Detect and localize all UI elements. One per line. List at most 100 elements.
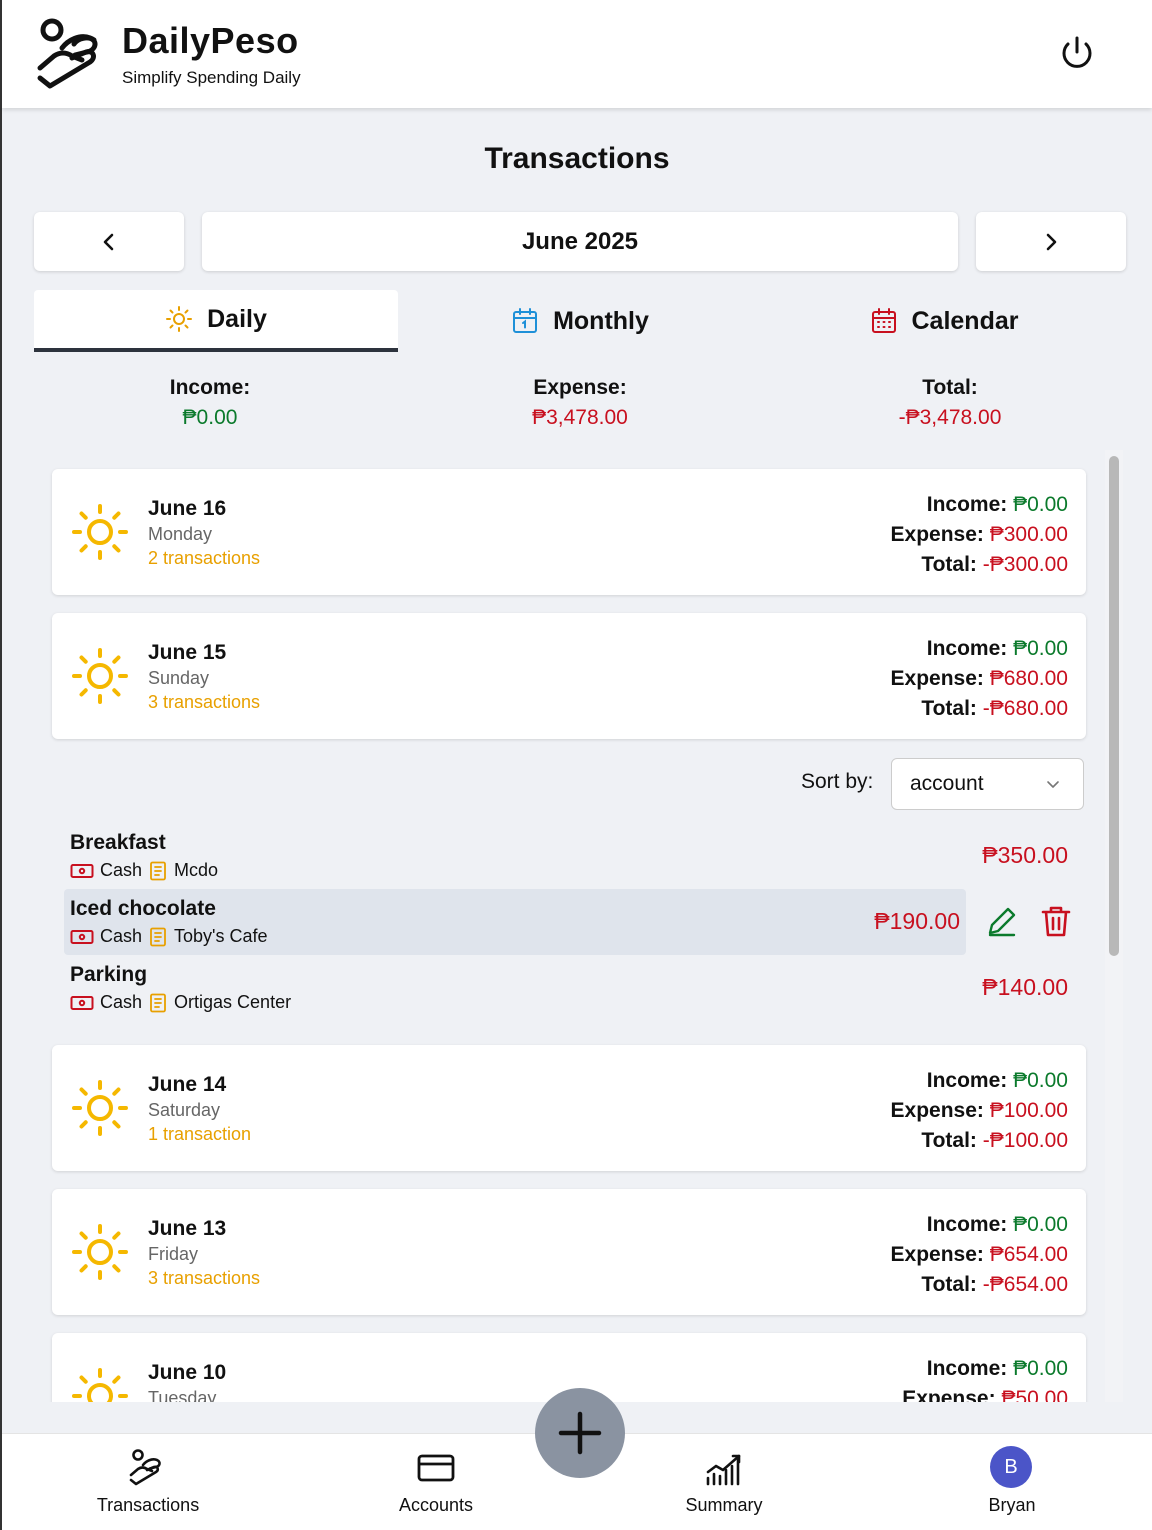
add-transaction-button[interactable]: [535, 1388, 625, 1478]
day-weekday: Sunday: [148, 668, 210, 688]
logo-icon: [37, 18, 98, 89]
nav-accounts[interactable]: Accounts: [336, 1434, 536, 1530]
transaction-name: Breakfast: [70, 831, 166, 854]
app-header: DailyPeso Simplify Spending Daily: [2, 0, 1152, 108]
receipt-icon: [150, 927, 166, 946]
day-total: -₱680.00: [982, 697, 1068, 720]
day-stats: Income: ₱0.00 Expense: ₱300.00 Total: -₱…: [891, 490, 1068, 580]
day-transaction-count: 3 transactions: [148, 1268, 261, 1288]
day-total-label: Total:: [921, 1129, 977, 1152]
card-icon: [417, 1454, 455, 1482]
day-expense: ₱300.00: [989, 523, 1068, 546]
previous-month-button[interactable]: [34, 212, 184, 271]
nav-profile-label: Bryan: [988, 1495, 1036, 1515]
day-income-label: Income:: [926, 1069, 1008, 1092]
day-total-label: Total:: [921, 697, 977, 720]
tab-calendar[interactable]: Calendar: [762, 290, 1126, 352]
nav-summary-label: Summary: [685, 1495, 763, 1515]
transaction-row[interactable]: Breakfast Cash Mcdo ₱350.00: [64, 823, 1068, 889]
tab-monthly[interactable]: Monthly: [398, 290, 762, 352]
chevron-left-icon: [103, 233, 114, 250]
nav-profile[interactable]: B Bryan: [912, 1434, 1112, 1530]
day-total-label: Total:: [921, 1273, 977, 1296]
cash-icon: [70, 929, 94, 944]
day-stats: Income: ₱0.00 Expense: ₱654.00 Total: -₱…: [891, 1210, 1068, 1300]
day-income-label: Income:: [926, 493, 1008, 516]
transaction-merchant: Toby's Cafe: [174, 926, 268, 946]
brand-name: DailyPeso: [122, 20, 299, 61]
day-transaction-count: 1 transaction: [148, 1124, 252, 1144]
sun-icon: [72, 504, 128, 560]
tab-monthly-label: Monthly: [553, 306, 649, 335]
day-stats: Income: ₱0.00 Expense: ₱100.00 Total: -₱…: [891, 1066, 1068, 1156]
day-card[interactable]: June 15 Sunday 3 transactions Income: ₱0…: [52, 613, 1086, 739]
cash-icon: [70, 863, 94, 878]
transaction-amount: ₱350.00: [982, 842, 1068, 868]
transaction-amount: ₱140.00: [982, 974, 1068, 1000]
day-list[interactable]: June 16 Monday 2 transactions Income: ₱0…: [36, 450, 1126, 1402]
day-total: -₱654.00: [982, 1273, 1068, 1296]
day-total: -₱300.00: [982, 553, 1068, 576]
plus-icon: [558, 1411, 602, 1455]
cash-icon: [70, 995, 94, 1010]
transaction-account: Cash: [100, 926, 143, 946]
summary-income-label: Income:: [169, 376, 251, 399]
day-income: ₱0.00: [1013, 1069, 1068, 1092]
receipt-icon: [150, 993, 166, 1012]
summary-total: Total: -₱3,478.00: [800, 376, 1100, 430]
day-weekday: Saturday: [148, 1100, 221, 1120]
transaction-name: Iced chocolate: [70, 897, 216, 920]
day-expense: ₱680.00: [989, 667, 1068, 690]
day-expense-label: Expense:: [890, 1099, 984, 1122]
day-date: June 10: [148, 1361, 227, 1384]
day-date: June 15: [148, 641, 227, 664]
day-card[interactable]: June 14 Saturday 1 transaction Income: ₱…: [52, 1045, 1086, 1171]
day-total: -₱100.00: [982, 1129, 1068, 1152]
hand-coins-icon: [129, 1449, 161, 1486]
transaction-merchant: Mcdo: [174, 860, 219, 880]
scrollbar-thumb[interactable]: [1109, 456, 1119, 956]
sort-select[interactable]: account: [891, 758, 1084, 810]
day-expense: ₱654.00: [989, 1243, 1068, 1266]
day-expense: ₱50.00: [1001, 1387, 1068, 1402]
day-expense: ₱100.00: [989, 1099, 1068, 1122]
day-income: ₱0.00: [1013, 1357, 1068, 1380]
transaction-row[interactable]: Parking Cash Ortigas Center ₱140.00: [64, 955, 1068, 1021]
delete-icon[interactable]: [1038, 903, 1074, 939]
transaction-meta: Cash Ortigas Center: [70, 992, 291, 1013]
edit-icon[interactable]: [984, 903, 1020, 939]
summary-income-value: ₱0.00: [182, 406, 238, 429]
sun-icon: [166, 306, 193, 332]
tab-daily[interactable]: Daily: [34, 290, 398, 352]
day-transaction-count: 2 transactions: [148, 548, 261, 568]
day-date: June 16: [148, 497, 227, 520]
transaction-row[interactable]: Iced chocolate Cash Toby's Cafe ₱190.00: [64, 889, 966, 955]
transaction-account: Cash: [100, 860, 143, 880]
chevron-down-icon: [1047, 781, 1059, 788]
day-income-label: Income:: [926, 1357, 1008, 1380]
day-weekday: Monday: [148, 524, 213, 544]
sun-icon: [72, 648, 128, 704]
page-title: Transactions: [484, 142, 670, 175]
day-expense-label: Expense:: [890, 667, 984, 690]
summary-expense: Expense: ₱3,478.00: [430, 376, 730, 430]
day-date: June 13: [148, 1217, 227, 1240]
day-expense-label: Expense:: [902, 1387, 996, 1402]
day-stats: Income: ₱0.00 Expense: ₱50.00: [902, 1354, 1068, 1402]
power-icon[interactable]: [1058, 34, 1096, 72]
transaction-amount: ₱190.00: [874, 908, 960, 934]
tab-calendar-label: Calendar: [911, 306, 1019, 335]
day-card[interactable]: June 16 Monday 2 transactions Income: ₱0…: [52, 469, 1086, 595]
summary-expense-value: ₱3,478.00: [532, 406, 628, 429]
nav-transactions[interactable]: Transactions: [48, 1434, 248, 1530]
nav-summary[interactable]: Summary: [624, 1434, 824, 1530]
day-income: ₱0.00: [1013, 493, 1068, 516]
current-month[interactable]: June 2025: [202, 212, 958, 271]
day-card[interactable]: June 13 Friday 3 transactions Income: ₱0…: [52, 1189, 1086, 1315]
day-weekday: Friday: [148, 1244, 199, 1264]
app-window: DailyPeso Simplify Spending Daily Transa…: [0, 0, 1152, 1530]
day-weekday: Tuesday: [148, 1388, 217, 1402]
list-scrollbar[interactable]: [1105, 450, 1123, 1402]
next-month-button[interactable]: [976, 212, 1126, 271]
calendar-grid-icon: [871, 308, 896, 333]
